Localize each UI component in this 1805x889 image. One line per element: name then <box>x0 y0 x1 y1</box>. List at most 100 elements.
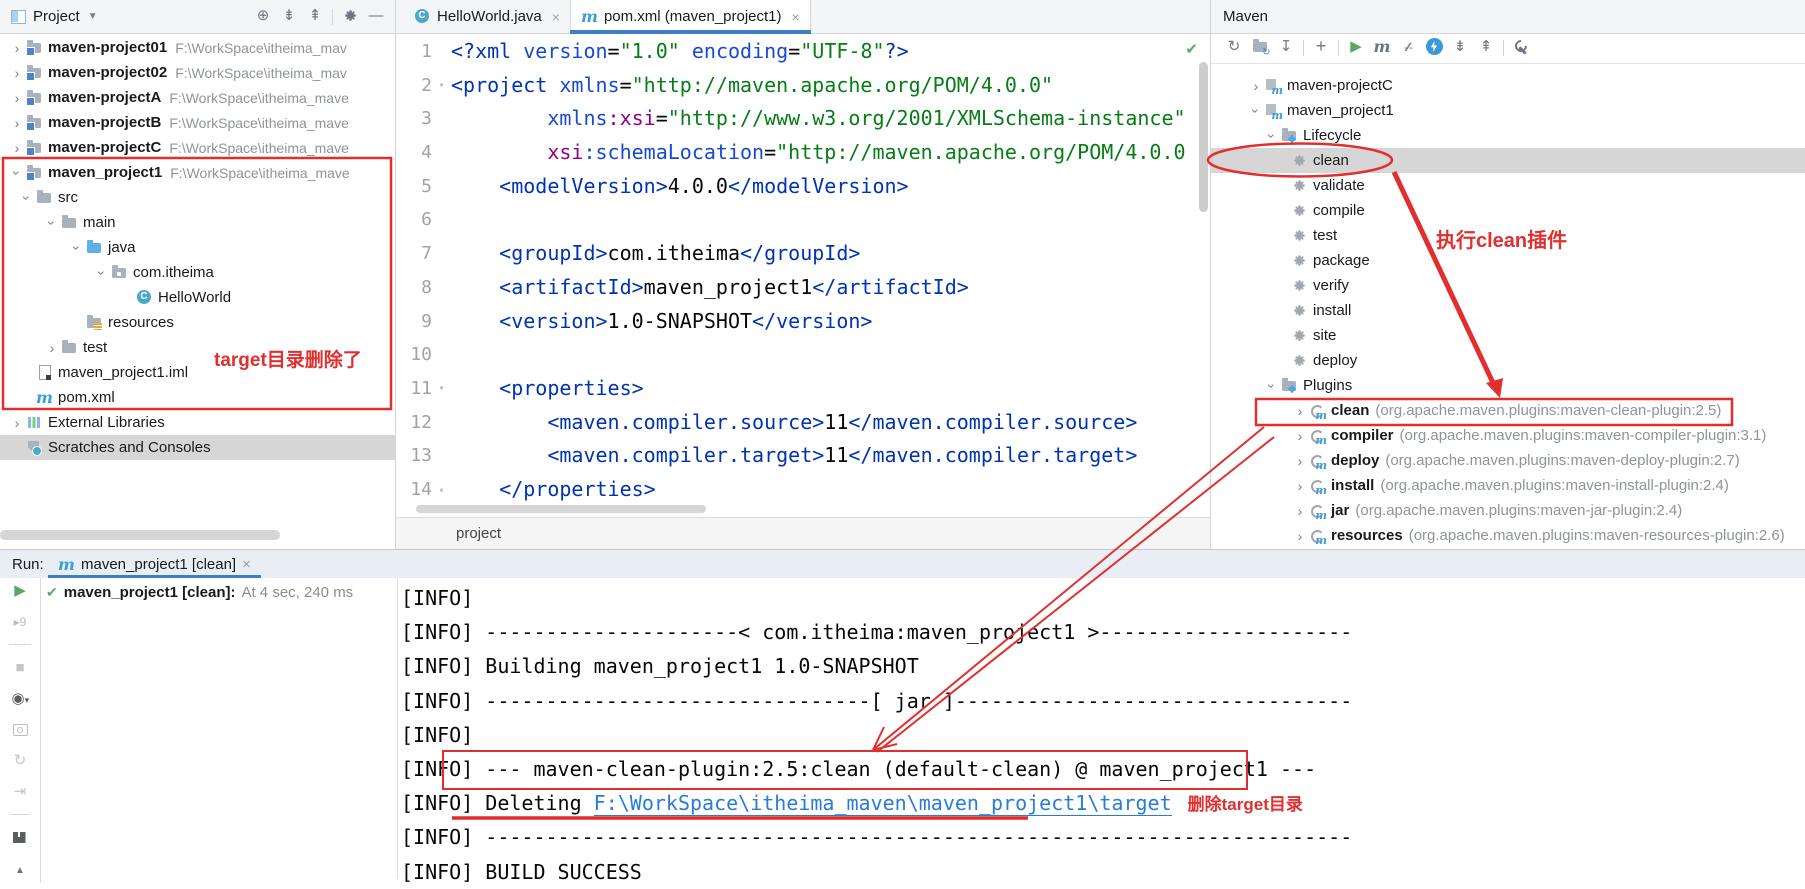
maven-item-maven-projectc[interactable]: ›mmaven-projectC <box>1211 73 1805 98</box>
editor-vscrollbar[interactable] <box>1199 62 1208 212</box>
hide-panel-icon[interactable]: — <box>368 7 385 24</box>
chevron-right-icon[interactable]: › <box>1291 477 1309 495</box>
import-tests-icon[interactable]: ⇥ <box>12 783 29 800</box>
chevron-right-icon[interactable]: › <box>8 139 26 157</box>
sidebar-item-helloworld[interactable]: CHelloWorld <box>0 285 395 310</box>
maven-item-lifecycle[interactable]: ›Lifecycle <box>1211 123 1805 148</box>
sidebar-item-maven-projectb[interactable]: ›maven-projectBF:\WorkSpace\itheima_mave <box>0 110 395 135</box>
rerun-failed-icon[interactable]: ▸9 <box>12 613 29 630</box>
sidebar-item-maven-project1[interactable]: ›maven_project1F:\WorkSpace\itheima_mave <box>0 160 395 185</box>
fold-marker-icon[interactable]: ▴ <box>432 473 451 505</box>
maven-item-verify[interactable]: verify <box>1211 273 1805 298</box>
sidebar-item-resources[interactable]: resources <box>0 310 395 335</box>
collapse-all-icon[interactable]: ⇞ <box>1478 38 1495 55</box>
chevron-right-icon[interactable]: › <box>1291 452 1309 470</box>
run-status-row[interactable]: ✔ maven_project1 [clean]: At 4 sec, 240 … <box>46 584 353 601</box>
chevron-down-icon[interactable]: › <box>1247 102 1265 120</box>
fold-marker-icon[interactable]: ▾ <box>432 372 451 406</box>
rerun-icon[interactable]: ▶ <box>12 582 29 599</box>
settings-gear-icon[interactable] <box>342 7 359 24</box>
sidebar-item-maven-projecta[interactable]: ›maven-projectAF:\WorkSpace\itheima_mave <box>0 85 395 110</box>
collapse-all-icon[interactable]: ⇞ <box>307 7 324 24</box>
locate-icon[interactable]: ⊕ <box>255 7 272 24</box>
target-path-link[interactable]: F:\WorkSpace\itheima_maven\maven_project… <box>594 791 1172 816</box>
maven-item-clean[interactable]: clean <box>1211 148 1805 173</box>
chevron-right-icon[interactable]: › <box>1291 402 1309 420</box>
close-icon[interactable]: × <box>792 9 800 25</box>
chevron-right-icon[interactable]: › <box>8 39 26 57</box>
console-text: [INFO] Building maven_project1 1.0-SNAPS… <box>401 654 919 678</box>
line-number: 3 <box>396 102 432 136</box>
chevron-right-icon[interactable]: › <box>8 64 26 82</box>
chevron-right-icon[interactable]: › <box>1291 527 1309 545</box>
sidebar-item-java[interactable]: ›java <box>0 235 395 260</box>
download-sources-icon[interactable]: ↧ <box>1278 38 1295 55</box>
sidebar-item-com-itheima[interactable]: ›com.itheima <box>0 260 395 285</box>
editor-code[interactable]: 1<?xml version="1.0" encoding="UTF-8"?>2… <box>396 35 1211 505</box>
sidebar-item-maven-project01[interactable]: ›maven-project01F:\WorkSpace\itheima_mav <box>0 35 395 60</box>
chevron-right-icon[interactable]: › <box>1291 427 1309 445</box>
chevron-down-icon[interactable]: › <box>18 189 36 207</box>
maven-item-clean[interactable]: ›mclean(org.apache.maven.plugins:maven-c… <box>1211 398 1805 423</box>
stop-icon[interactable]: ■ <box>12 659 29 676</box>
rerun-auto-icon[interactable]: ↻ <box>12 752 29 769</box>
chevron-down-icon[interactable]: › <box>93 264 111 282</box>
console-output[interactable]: [INFO] [INFO] ---------------------< com… <box>401 581 1805 879</box>
close-icon[interactable]: × <box>552 9 560 25</box>
maven-item-maven-project1[interactable]: ›mmaven_project1 <box>1211 98 1805 123</box>
chevron-right-icon[interactable]: › <box>1247 77 1265 95</box>
chevron-right-icon[interactable]: › <box>8 89 26 107</box>
sidebar-item-maven-project02[interactable]: ›maven-project02F:\WorkSpace\itheima_mav <box>0 60 395 85</box>
run-tab[interactable]: m maven_project1 [clean] × <box>48 550 261 579</box>
project-tree-hscrollbar[interactable] <box>0 530 280 540</box>
project-panel-title[interactable]: Project <box>33 8 80 25</box>
maven-item-jar[interactable]: ›mjar(org.apache.maven.plugins:maven-jar… <box>1211 498 1805 523</box>
refresh-icon[interactable]: ↻ <box>1226 38 1243 55</box>
maven-item-install[interactable]: install <box>1211 298 1805 323</box>
tab-pom.xml[interactable]: mpom.xml (maven_project1)× <box>570 0 811 33</box>
run-icon[interactable]: ▶ <box>1348 38 1365 55</box>
chevron-down-icon[interactable]: › <box>1263 127 1281 145</box>
add-icon[interactable]: + <box>1313 38 1330 55</box>
maven-m-icon[interactable]: m <box>1374 38 1391 55</box>
chevron-right-icon[interactable]: › <box>1291 502 1309 520</box>
sync-folder-icon[interactable]: ↻ <box>1252 38 1269 55</box>
chevron-down-icon[interactable]: › <box>8 164 26 182</box>
maven-item-site[interactable]: site <box>1211 323 1805 348</box>
sidebar-item-src[interactable]: ›src <box>0 185 395 210</box>
sidebar-item-main[interactable]: ›main <box>0 210 395 235</box>
tab-helloworld.java[interactable]: CHelloWorld.java× <box>404 0 570 33</box>
maven-item-plugins[interactable]: ›Plugins <box>1211 373 1805 398</box>
editor-hscrollbar[interactable] <box>416 505 706 513</box>
maven-item-compiler[interactable]: ›mcompiler(org.apache.maven.plugins:mave… <box>1211 423 1805 448</box>
sidebar-item-scratches-and-consoles[interactable]: Scratches and Consoles <box>0 435 395 460</box>
close-icon[interactable]: × <box>242 556 251 573</box>
screenshot-icon[interactable] <box>12 721 29 738</box>
chevron-down-icon[interactable]: › <box>1263 377 1281 395</box>
skip-tests-icon[interactable]: -∕∕- <box>1400 38 1417 55</box>
chevron-right-icon[interactable]: › <box>8 114 26 132</box>
scroll-up-icon[interactable]: ▲ <box>12 860 29 877</box>
offline-lightning-icon[interactable] <box>1426 38 1443 55</box>
sidebar-item-pom-xml[interactable]: mpom.xml <box>0 385 395 410</box>
expand-all-icon[interactable]: ⇟ <box>281 7 298 24</box>
maven-item-validate[interactable]: validate <box>1211 173 1805 198</box>
layout-icon[interactable] <box>12 829 29 846</box>
maven-item-install[interactable]: ›minstall(org.apache.maven.plugins:maven… <box>1211 473 1805 498</box>
maven-item-resources[interactable]: ›mresources(org.apache.maven.plugins:mav… <box>1211 523 1805 548</box>
chevron-right-icon[interactable]: › <box>8 414 26 432</box>
fold-marker-icon[interactable]: ▾ <box>432 69 451 103</box>
chevron-right-icon[interactable]: › <box>43 339 61 357</box>
maven-item-compile[interactable]: compile <box>1211 198 1805 223</box>
sidebar-item-maven-projectc[interactable]: ›maven-projectCF:\WorkSpace\itheima_mave <box>0 135 395 160</box>
chevron-down-icon[interactable]: › <box>43 214 61 232</box>
chevron-down-icon[interactable]: › <box>68 239 86 257</box>
maven-item-detail: (org.apache.maven.plugins:maven-resource… <box>1409 527 1785 544</box>
breadcrumb[interactable]: project <box>396 517 1211 549</box>
maven-item-deploy[interactable]: ›mdeploy(org.apache.maven.plugins:maven-… <box>1211 448 1805 473</box>
maven-item-deploy[interactable]: deploy <box>1211 348 1805 373</box>
show-passed-icon[interactable]: ◉▾ <box>12 690 29 707</box>
settings-wrench-icon[interactable] <box>1513 38 1530 55</box>
sidebar-item-external-libraries[interactable]: ›External Libraries <box>0 410 395 435</box>
expand-all-icon[interactable]: ⇟ <box>1452 38 1469 55</box>
